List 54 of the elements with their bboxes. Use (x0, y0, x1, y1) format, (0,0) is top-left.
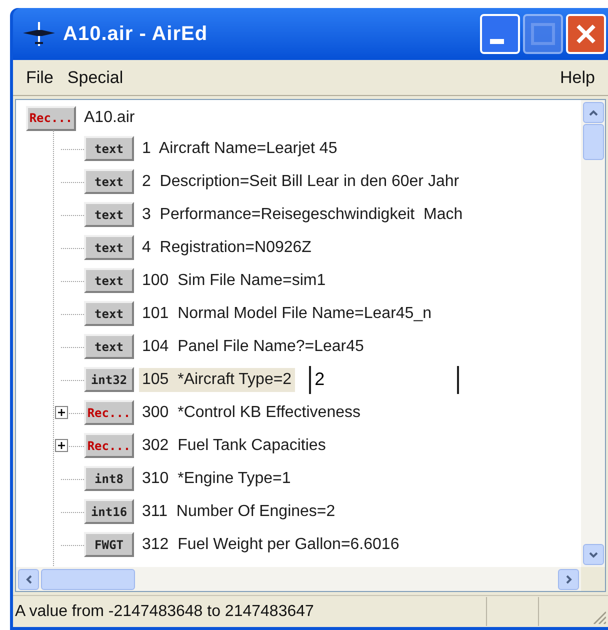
minimize-button[interactable] (480, 14, 520, 54)
tree-item[interactable]: 302 Fuel Tank Capacities (139, 434, 329, 458)
tree-item[interactable]: 4 Registration=N0926Z (139, 236, 314, 260)
expand-toggle[interactable] (55, 406, 68, 419)
scroll-up-button[interactable] (582, 102, 604, 123)
tree-item[interactable]: 3 Performance=Reisegeschwindigkeit Mach (139, 202, 466, 226)
tree-item[interactable]: A10.air (82, 106, 137, 130)
type-badge: text (84, 202, 134, 227)
horizontal-scrollbar[interactable] (16, 567, 581, 591)
type-badge: FWGT (84, 532, 134, 557)
vertical-scrollbar[interactable] (581, 100, 605, 567)
type-badge: text (84, 301, 134, 326)
menu-item[interactable]: Special (60, 64, 130, 90)
scrollbar-corner (581, 567, 605, 591)
tree-item[interactable]: 311 Number Of Engines=2 (139, 500, 338, 524)
type-badge: int32 (84, 367, 134, 392)
scroll-thumb[interactable] (582, 124, 604, 160)
tree-item[interactable]: 312 Fuel Weight per Gallon=6.6016 (139, 532, 402, 556)
tree-item[interactable]: 300 *Control KB Effectiveness (139, 400, 364, 424)
scroll-down-button[interactable] (582, 544, 604, 565)
menu-item[interactable]: Help (553, 64, 602, 90)
tree-item[interactable]: 105 *Aircraft Type=2 (139, 368, 295, 392)
close-icon (575, 23, 597, 45)
plus-icon (57, 408, 66, 417)
type-badge: Rec... (84, 433, 134, 458)
type-badge: text (84, 268, 134, 293)
tree-item[interactable]: 2 Description=Seit Bill Lear in den 60er Jahr (139, 170, 462, 194)
resize-grip-icon (593, 611, 606, 624)
airplane-icon (21, 20, 57, 48)
menu-item[interactable]: File (19, 64, 60, 90)
type-badge: text (84, 334, 134, 359)
scroll-left-button[interactable] (18, 568, 39, 590)
type-badge: int8 (84, 466, 134, 491)
type-badge: Rec... (84, 400, 134, 425)
tree-item[interactable]: 1 Aircraft Name=Learjet 45 (139, 136, 340, 160)
edit-field[interactable]: 2 (308, 366, 459, 394)
tree-item[interactable]: 100 Sim File Name=sim1 (139, 268, 329, 292)
status-message: A value from -2147483648 to 2147483647 (14, 602, 315, 622)
type-badge: int16 (84, 499, 134, 524)
type-badge: Rec... (26, 106, 76, 130)
tree-item[interactable]: 310 *Engine Type=1 (139, 466, 294, 490)
plus-icon (57, 441, 66, 450)
maximize-icon (531, 23, 555, 45)
type-badge: text (84, 136, 134, 161)
minimize-icon (490, 39, 504, 44)
type-badge: text (84, 169, 134, 194)
scroll-thumb[interactable] (41, 568, 135, 590)
expand-toggle[interactable] (55, 439, 68, 452)
tree-item[interactable]: 104 Panel File Name?=Lear45 (139, 334, 367, 358)
tree-item[interactable]: 101 Normal Model File Name=Lear45_n (139, 302, 434, 326)
window-title: A10.air - AirEd (63, 22, 208, 47)
type-badge: text (84, 235, 134, 260)
close-button[interactable] (566, 14, 606, 54)
scroll-right-button[interactable] (558, 568, 579, 590)
